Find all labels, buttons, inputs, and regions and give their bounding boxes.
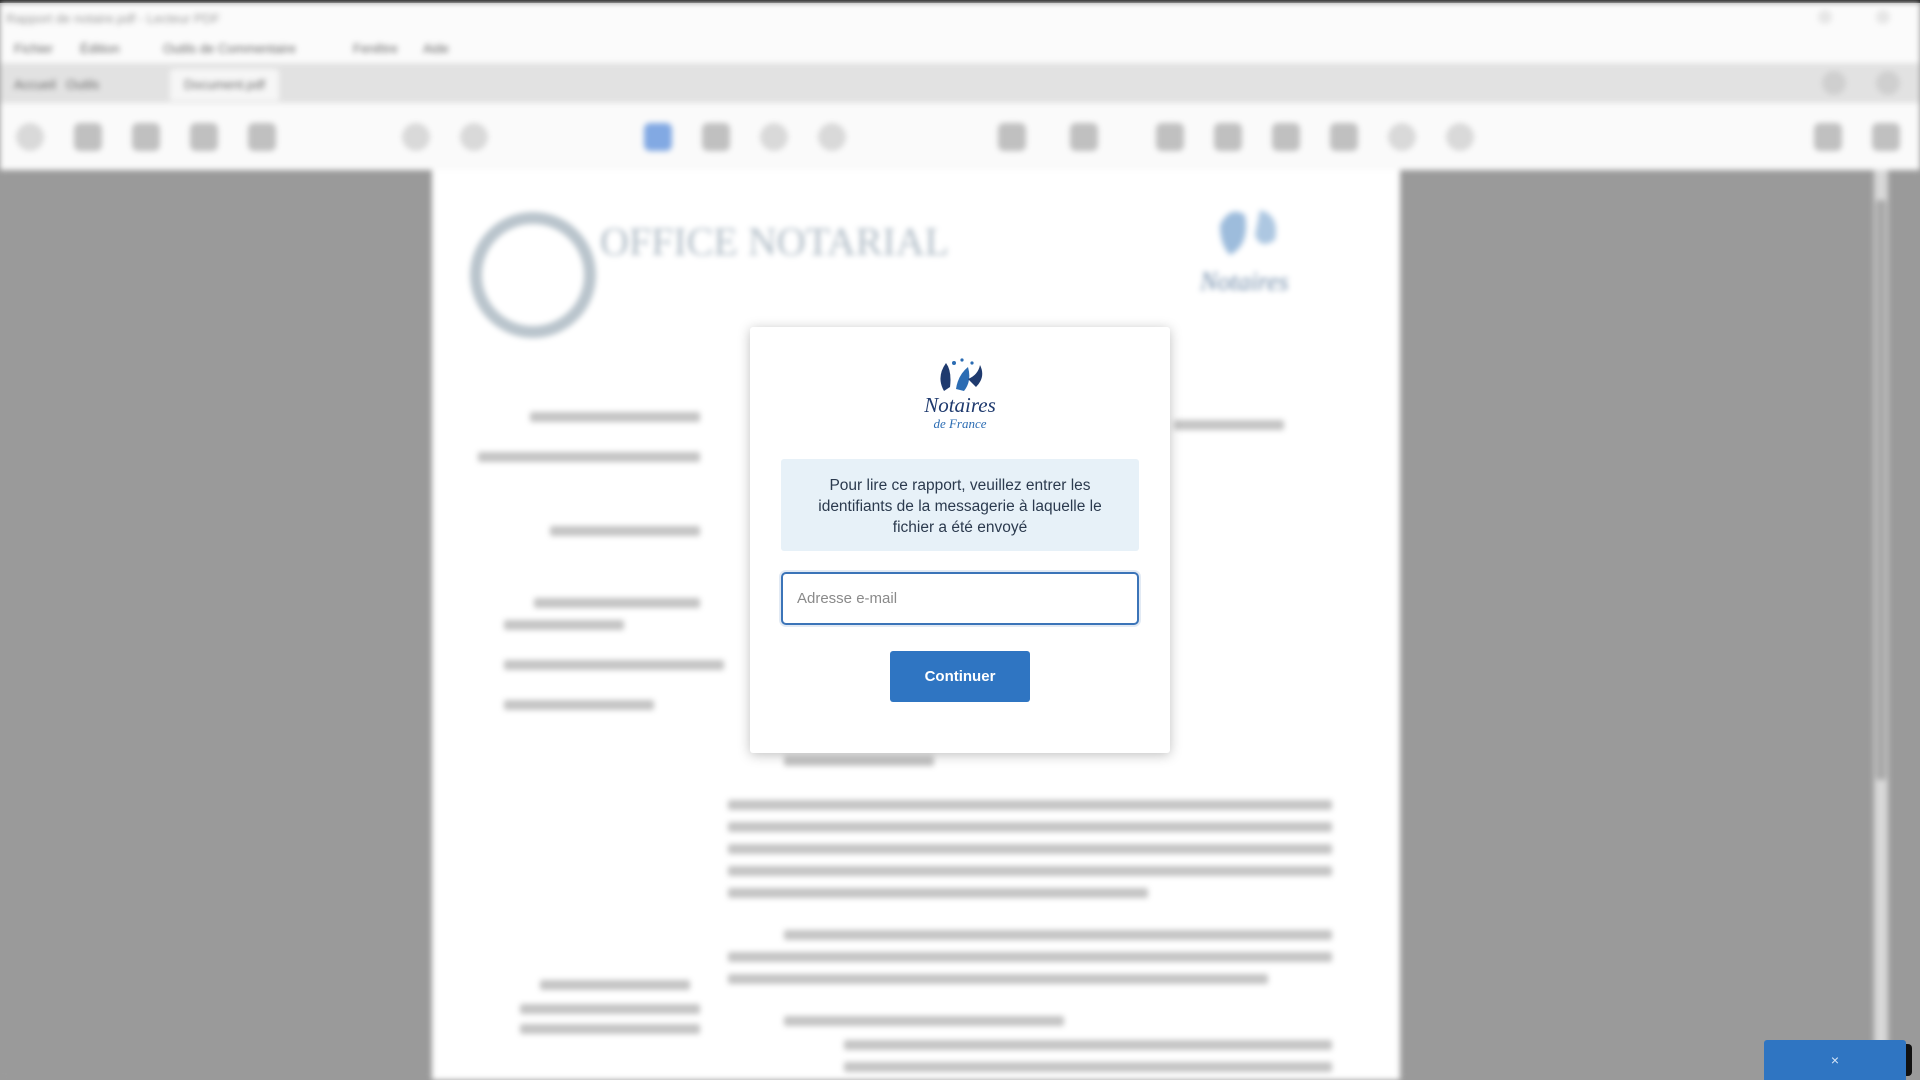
email-input[interactable] — [781, 572, 1139, 625]
logo-name: Notaires — [924, 393, 996, 417]
modal-overlay: Notaires de France Pour lire ce rapport,… — [0, 0, 1920, 1080]
login-dialog: Notaires de France Pour lire ce rapport,… — [750, 327, 1170, 753]
notification-edge — [1906, 1044, 1912, 1076]
continue-button[interactable]: Continuer — [890, 651, 1030, 702]
notaires-emblem-icon — [940, 358, 983, 391]
close-icon[interactable]: × — [1831, 1052, 1839, 1068]
info-message: Pour lire ce rapport, veuillez entrer le… — [781, 459, 1139, 551]
logo-subtitle: de France — [933, 416, 987, 431]
notification-bar: × — [1764, 1040, 1906, 1080]
notaires-de-france-logo: Notaires de France — [906, 357, 1014, 437]
